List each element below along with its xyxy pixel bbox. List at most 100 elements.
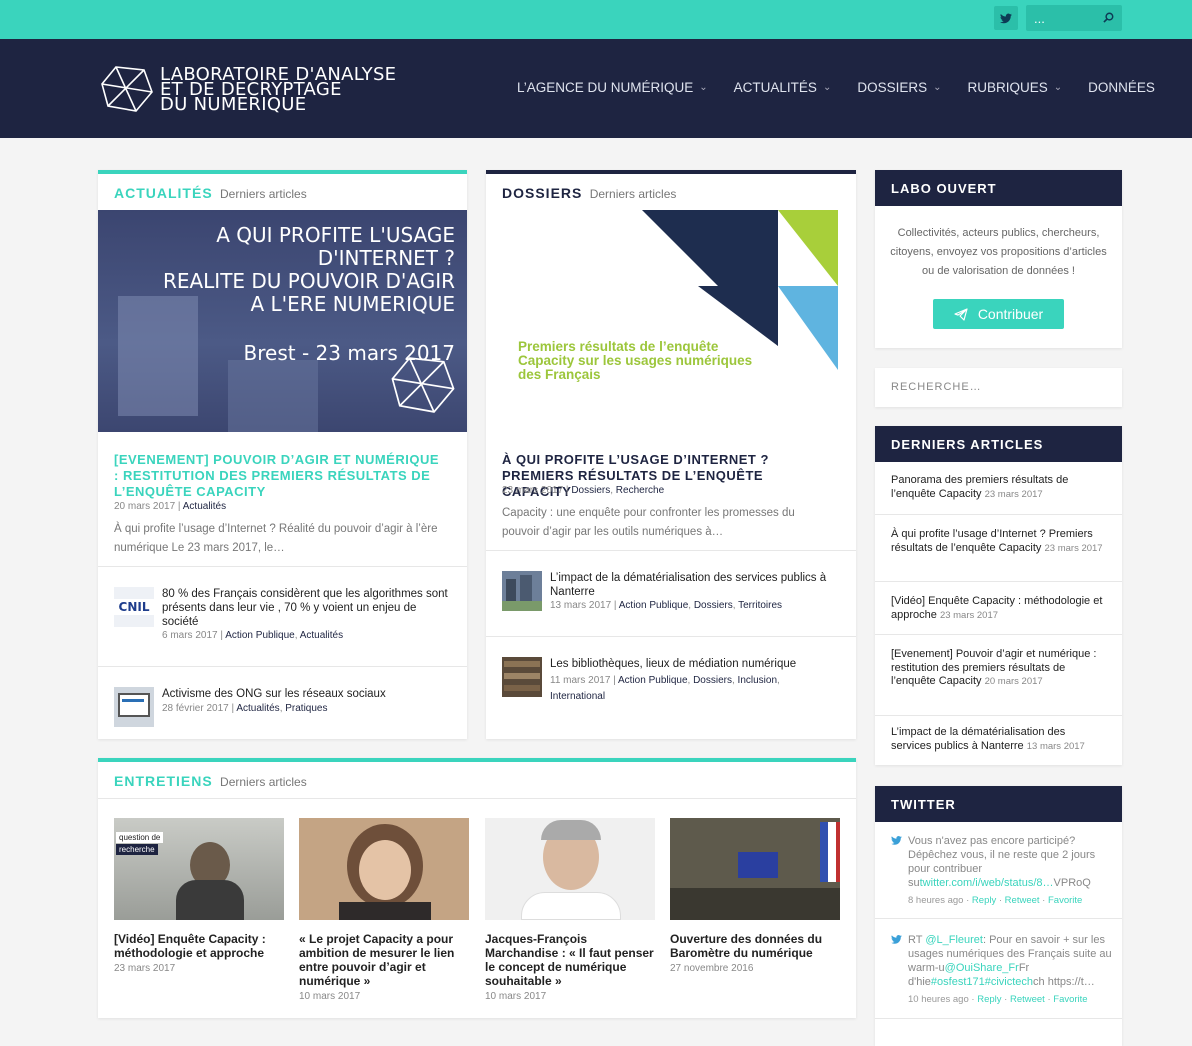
post-date: 6 mars 2017	[162, 630, 218, 641]
site-logo[interactable]: LABORATOIRE D'ANALYSE ET DE DECRYPTAGE D…	[100, 64, 400, 114]
banner-line-1: A QUI PROFITE L'USAGE D'INTERNET ?	[216, 223, 455, 270]
interview-title[interactable]: Jacques-François Marchandise : « Il faut…	[485, 932, 655, 988]
dossiers-category[interactable]: DOSSIERS	[502, 185, 582, 201]
article-meta: 6 mars 2017 | Action Publique, Actualité…	[162, 630, 344, 641]
interview-thumbnail[interactable]	[485, 818, 655, 920]
article-thumbnail[interactable]	[502, 571, 542, 611]
article-thumbnail[interactable]: CNIL	[114, 587, 154, 627]
search-icon[interactable]	[1103, 11, 1114, 26]
actualites-subtitle: Derniers articles	[220, 187, 307, 201]
article-thumbnail[interactable]	[114, 687, 154, 727]
cnil-logo-text: CNIL	[114, 599, 154, 615]
divider	[875, 634, 1122, 635]
recent-article-item[interactable]: [Evenement] Pouvoir d’agir et numérique …	[891, 648, 1108, 689]
category-link[interactable]: Territoires	[738, 600, 782, 611]
article-title[interactable]: Activisme des ONG sur les réseaux sociau…	[162, 687, 451, 701]
tweet-reply-link[interactable]: Reply	[972, 895, 996, 906]
tweet-user-link[interactable]: @L_Fleuret	[925, 934, 983, 946]
category-link[interactable]: Dossiers	[693, 675, 732, 686]
recent-article-item[interactable]: L’impact de la dématérialisation des ser…	[891, 726, 1108, 753]
tweet-favorite-link[interactable]: Favorite	[1053, 994, 1087, 1005]
interview-title[interactable]: Ouverture des données du Baromètre du nu…	[670, 932, 840, 960]
nav-donnees[interactable]: DONNÉES	[1088, 80, 1155, 95]
dossiers-featured-image[interactable]: Premiers résultats de l’enquête Capacity…	[502, 210, 838, 432]
entretiens-category[interactable]: ENTRETIENS	[114, 773, 213, 789]
tweet-text: VPRoQ	[1053, 877, 1091, 889]
article-meta: 13 mars 2017 | Action Publique, Dossiers…	[550, 600, 783, 611]
category-link[interactable]: Inclusion	[738, 675, 777, 686]
tweet-hashtag-link[interactable]: #civictech	[985, 976, 1033, 988]
category-link[interactable]: Dossiers	[571, 485, 610, 496]
tweet-time: 8 heures ago	[908, 895, 964, 906]
twitter-widget: TWITTER Vous n'avez pas encore participé…	[875, 786, 1122, 1046]
dossiers-card: DOSSIERS Derniers articles Premiers résu…	[486, 170, 856, 739]
list-item[interactable]: CNIL 80 % des Français considèrent que l…	[114, 587, 451, 641]
post-date: 23 mars 2017	[502, 485, 564, 496]
tweet-link[interactable]: twitter.com/i/web/status/8…	[920, 877, 1054, 889]
post-date: 13 mars 2017	[550, 600, 612, 611]
tweet-user-link[interactable]: @OuiShare_Fr	[945, 962, 1019, 974]
interview-title[interactable]: « Le projet Capacity a pour ambition de …	[299, 932, 469, 988]
dossiers-subtitle: Derniers articles	[589, 187, 677, 201]
thumb-label: question de	[116, 832, 164, 843]
divider	[875, 715, 1122, 716]
list-item[interactable]: Les bibliothèques, lieux de médiation nu…	[502, 657, 840, 707]
recent-article-item[interactable]: Panorama des premiers résultats de l’enq…	[891, 474, 1108, 501]
interview-date: 23 mars 2017	[114, 963, 176, 974]
article-title[interactable]: 80 % des Français considèrent que les al…	[162, 587, 451, 629]
tweet-hashtag-link[interactable]: #osfest171	[931, 976, 985, 988]
interview-thumbnail[interactable]	[299, 818, 469, 920]
article-thumbnail[interactable]	[502, 657, 542, 697]
top-search-input[interactable]: ...	[1026, 5, 1122, 31]
banner-line-3: A L'ERE NUMERIQUE	[250, 292, 455, 316]
actualites-category[interactable]: ACTUALITÉS	[114, 185, 213, 201]
interview-thumbnail[interactable]: question de recherche	[114, 818, 284, 920]
category-link[interactable]: International	[550, 691, 605, 702]
banner-line-2: REALITE DU POUVOIR D'AGIR	[162, 269, 455, 293]
divider	[875, 514, 1122, 515]
tweet-meta: 10 heures ago · Reply · Retweet · Favori…	[908, 994, 1088, 1005]
article-title[interactable]: Les bibliothèques, lieux de médiation nu…	[550, 657, 840, 671]
nav-actualites[interactable]: ACTUALITÉS ⌄	[734, 80, 832, 95]
interview-title[interactable]: [Vidéo] Enquête Capacity : méthodologie …	[114, 932, 284, 960]
divider	[875, 581, 1122, 582]
recent-article-item[interactable]: À qui profite l’usage d’Internet ? Premi…	[891, 528, 1108, 555]
list-item[interactable]: Activisme des ONG sur les réseaux sociau…	[114, 687, 451, 729]
recent-article-item[interactable]: [Vidéo] Enquête Capacity : méthodologie …	[891, 595, 1108, 622]
tweet-retweet-link[interactable]: Retweet	[1010, 994, 1045, 1005]
category-link[interactable]: Recherche	[616, 485, 664, 496]
tweet-favorite-link[interactable]: Favorite	[1048, 895, 1082, 906]
twitter-icon[interactable]	[994, 6, 1018, 30]
interview-item[interactable]: Ouverture des données du Baromètre du nu…	[670, 818, 840, 974]
interview-thumbnail[interactable]	[670, 818, 840, 920]
tweet-retweet-link[interactable]: Retweet	[1005, 895, 1040, 906]
category-link[interactable]: Dossiers	[694, 600, 733, 611]
list-item[interactable]: L’impact de la dématérialisation des ser…	[502, 571, 840, 621]
tweet-reply-link[interactable]: Reply	[977, 994, 1001, 1005]
entretiens-header: ENTRETIENS Derniers articles	[98, 762, 856, 798]
contribuer-button[interactable]: Contribuer	[933, 299, 1064, 329]
sidebar-search-input[interactable]: RECHERCHE…	[875, 368, 1122, 407]
interview-date: 27 novembre 2016	[670, 963, 754, 974]
actualites-featured-title[interactable]: [EVENEMENT] POUVOIR D’AGIR ET NUMÉRIQUE …	[114, 452, 444, 500]
divider	[98, 566, 467, 567]
category-link[interactable]: Action Publique	[225, 630, 295, 641]
nav-agence[interactable]: L’AGENCE DU NUMÉRIQUE ⌄	[517, 80, 708, 95]
category-link[interactable]: Actualités	[183, 501, 226, 512]
interview-item[interactable]: question de recherche [Vidéo] Enquête Ca…	[114, 818, 284, 974]
article-title[interactable]: L’impact de la dématérialisation des ser…	[550, 571, 840, 599]
category-link[interactable]: Pratiques	[285, 703, 327, 714]
category-link[interactable]: Actualités	[236, 703, 279, 714]
category-link[interactable]: Action Publique	[619, 600, 689, 611]
interview-item[interactable]: « Le projet Capacity a pour ambition de …	[299, 818, 469, 1002]
actualites-featured-image[interactable]: A QUI PROFITE L'USAGE D'INTERNET ? REALI…	[98, 210, 467, 432]
tweet: Vous n'avez pas encore participé? Dépêch…	[891, 834, 1112, 908]
category-link[interactable]: Action Publique	[618, 675, 688, 686]
post-date: 11 mars 2017	[550, 675, 611, 686]
divider	[486, 550, 856, 551]
paper-plane-icon	[954, 307, 968, 321]
category-link[interactable]: Actualités	[300, 630, 343, 641]
interview-item[interactable]: Jacques-François Marchandise : « Il faut…	[485, 818, 655, 1002]
nav-dossiers[interactable]: DOSSIERS ⌄	[857, 80, 941, 95]
nav-rubriques[interactable]: RUBRIQUES ⌄	[968, 80, 1063, 95]
